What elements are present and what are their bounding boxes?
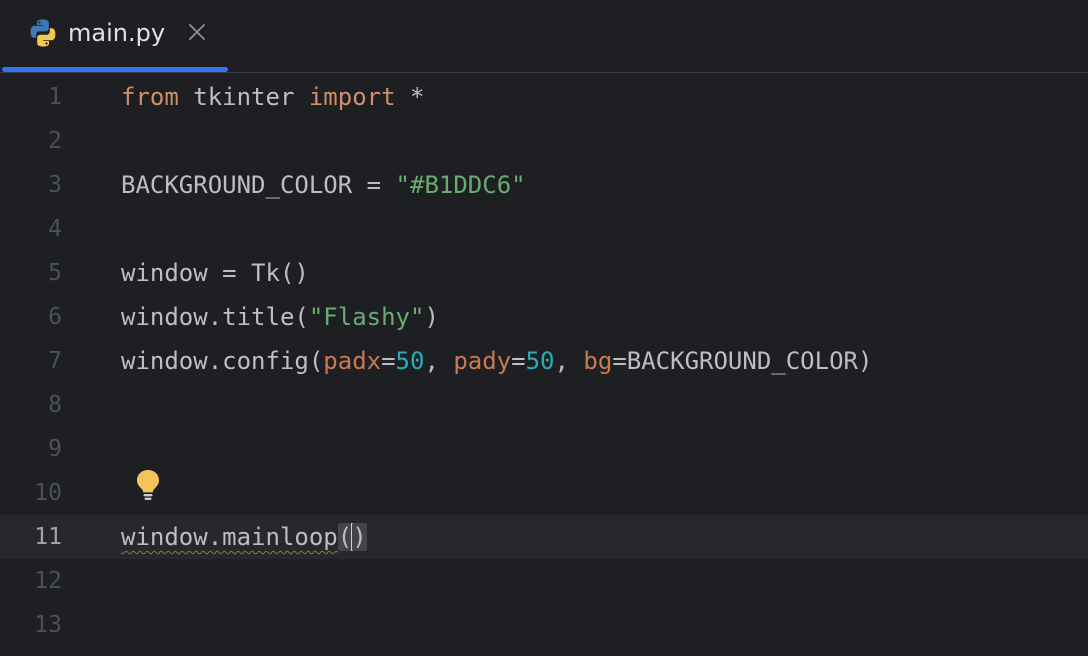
tab-main-py[interactable]: main.py [2,0,228,72]
code-line-13[interactable]: 13 [0,603,1088,647]
close-icon[interactable] [185,20,209,44]
separator: , [554,347,584,375]
code-line-12[interactable]: 12 [0,559,1088,603]
import-target: * [395,83,425,111]
line-number: 12 [34,568,62,594]
line-number: 7 [48,348,62,374]
equals: = [511,347,526,375]
line-number: 4 [48,216,62,242]
keyword-import: import [308,83,396,111]
code-line-1[interactable]: 1 from tkinter import * [0,75,1088,119]
close-paren-highlight: ) [352,523,367,551]
code-line-6[interactable]: 6 window.title("Flashy") [0,295,1088,339]
line-number: 5 [48,260,62,286]
string-literal: "#B1DDC6" [395,171,526,199]
code-text[interactable]: window.mainloop() [121,515,367,559]
editor-tab-bar: main.py [0,0,1088,73]
string-literal: "Flashy" [308,303,425,331]
param-bg: bg [583,347,613,375]
code-line-4[interactable]: 4 [0,207,1088,251]
number-literal: 50 [525,347,555,375]
line-number: 11 [34,524,62,550]
lightbulb-icon[interactable] [134,468,162,502]
code-line-11[interactable]: 11 window.mainloop() [0,515,1088,559]
code-text[interactable]: from tkinter import * [121,75,424,119]
close-paren: ) [424,303,439,331]
code-line-5[interactable]: 5 window = Tk() [0,251,1088,295]
line-number: 6 [48,304,62,330]
python-file-icon [28,18,58,48]
assignment: BACKGROUND_COLOR = [121,171,396,199]
line-number: 9 [48,436,62,462]
active-tab-indicator [2,67,228,72]
line-number: 2 [48,128,62,154]
code-text[interactable]: BACKGROUND_COLOR = "#B1DDC6" [121,163,526,207]
module-name: tkinter [178,83,309,111]
code-line-10[interactable]: 10 [0,471,1088,515]
method-call: window.config( [121,347,324,375]
code-line-2[interactable]: 2 [0,119,1088,163]
close-paren: ) [857,347,873,375]
line-number: 3 [48,172,62,198]
method-call: window.title( [121,303,309,331]
bg-value: =BACKGROUND_COLOR [612,347,858,375]
method-call-warning[interactable]: window.mainloop [121,523,338,551]
separator: , [424,347,454,375]
param-padx: padx [323,347,382,375]
code-line-7[interactable]: 7 window.config(padx=50, pady=50, bg=BAC… [0,339,1088,383]
line-number: 13 [34,612,62,638]
code-text[interactable]: window.title("Flashy") [121,295,439,339]
code-editor[interactable]: 1 from tkinter import * 2 3 BACKGROUND_C… [0,73,1088,656]
number-literal: 50 [395,347,425,375]
code-text[interactable]: window.config(padx=50, pady=50, bg=BACKG… [121,339,872,383]
open-paren-highlight: ( [337,523,353,551]
equals: = [381,347,396,375]
line-number: 10 [34,480,62,506]
code-text[interactable]: window = Tk() [121,251,309,295]
line-number: 1 [48,84,62,110]
keyword-from: from [121,83,179,111]
line-number: 8 [48,392,62,418]
code-line-8[interactable]: 8 [0,383,1088,427]
param-pady: pady [453,347,512,375]
tab-label: main.py [68,19,166,47]
code-line-9[interactable]: 9 [0,427,1088,471]
code-line-3[interactable]: 3 BACKGROUND_COLOR = "#B1DDC6" [0,163,1088,207]
